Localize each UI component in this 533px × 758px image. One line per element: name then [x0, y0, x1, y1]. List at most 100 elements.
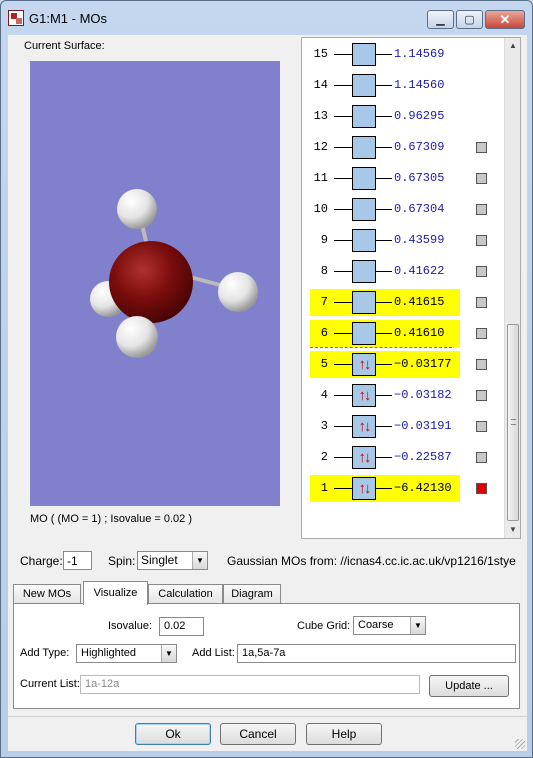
mo-row[interactable]: 6 0.41610	[310, 320, 494, 347]
close-icon: ✕	[499, 11, 511, 27]
chevron-down-icon[interactable]: ▼	[161, 645, 176, 662]
current-list-label: Current List:	[20, 678, 80, 690]
chevron-down-icon[interactable]: ▼	[192, 552, 207, 569]
surface-marker[interactable]	[476, 421, 487, 432]
mo-energy: 0.41615	[392, 295, 445, 309]
mo-row[interactable]: 10 0.67304	[310, 196, 494, 223]
charge-input[interactable]	[63, 551, 92, 570]
mo-index: 3	[320, 419, 328, 433]
update-button[interactable]: Update ...	[429, 675, 509, 697]
close-button[interactable]: ✕	[485, 10, 525, 29]
occupied-orbital-box: ↑↓	[352, 477, 376, 500]
mo-row[interactable]: 7 0.41615	[310, 289, 494, 316]
mo-row[interactable]: 2 ↑↓ −0.22587	[310, 444, 494, 471]
surface-marker[interactable]	[476, 266, 487, 277]
mo-energy: 0.41610	[392, 326, 445, 340]
scroll-down-arrow-icon[interactable]: ▼	[505, 522, 520, 538]
maximize-icon: ▢	[464, 14, 475, 26]
tab-new-mos[interactable]: New MOs	[13, 584, 81, 604]
mo-caption: MO ( (MO = 1) ; Isovalue = 0.02 )	[30, 513, 192, 525]
virtual-orbital-box	[352, 198, 376, 221]
virtual-orbital-box	[352, 322, 376, 345]
cube-grid-value: Coarse	[358, 619, 394, 631]
mo-list-scrollbar[interactable]: ▲ ▼	[504, 38, 520, 538]
resize-grip-icon[interactable]	[515, 739, 525, 749]
mo-energy: 0.67305	[392, 171, 445, 185]
maximize-button[interactable]: ▢	[456, 10, 483, 29]
surface-marker[interactable]	[476, 297, 487, 308]
mo-energy: 1.14569	[392, 47, 445, 61]
spin-label: Spin:	[108, 554, 136, 568]
surface-marker[interactable]	[476, 328, 487, 339]
mo-row[interactable]: 5 ↑↓ −0.03177	[310, 351, 494, 378]
minimize-button[interactable]: ▁	[427, 10, 454, 29]
electron-pair-icon: ↑↓	[358, 449, 372, 466]
surface-marker[interactable]	[476, 235, 487, 246]
mo-row[interactable]: 14 1.14560	[310, 72, 494, 99]
molecule-viewport[interactable]	[30, 61, 280, 506]
mo-energy: −0.03191	[392, 419, 452, 433]
ok-button[interactable]: Ok	[135, 723, 211, 745]
mo-energy: −0.22587	[392, 450, 452, 464]
current-list-field: 1a-12a	[80, 675, 420, 694]
surface-marker[interactable]	[476, 204, 487, 215]
dialog-body: Current Surface: MO ((MO = 1) ; Isovalu…	[8, 35, 527, 751]
mo-row[interactable]: 4 ↑↓ −0.03182	[310, 382, 494, 409]
spin-select[interactable]: Singlet ▼	[137, 551, 208, 570]
virtual-orbital-box	[352, 229, 376, 252]
mo-row[interactable]: 15 1.14569	[310, 41, 494, 68]
surface-marker[interactable]	[476, 173, 487, 184]
surface-marker[interactable]	[476, 390, 487, 401]
add-type-select[interactable]: Highlighted ▼	[76, 644, 177, 663]
mo-energy: 1.14560	[392, 78, 445, 92]
mo-row[interactable]: 9 0.43599	[310, 227, 494, 254]
mo-row[interactable]: 13 0.96295	[310, 103, 494, 130]
add-list-label: Add List:	[192, 647, 235, 659]
tab-calculation[interactable]: Calculation	[148, 584, 223, 604]
isovalue-input[interactable]: 0.02	[159, 617, 204, 636]
footer-divider	[8, 716, 527, 717]
cube-grid-select[interactable]: Coarse ▼	[353, 616, 426, 635]
virtual-orbital-box	[352, 260, 376, 283]
surface-marker[interactable]	[476, 359, 487, 370]
electron-pair-icon: ↑↓	[358, 418, 372, 435]
electron-pair-icon: ↑↓	[358, 356, 372, 373]
chevron-down-icon[interactable]: ▼	[410, 617, 425, 634]
add-list-input[interactable]: 1a,5a-7a	[237, 644, 516, 663]
mo-source-label: Gaussian MOs from: //icnas4.cc.ic.ac.uk/…	[227, 554, 516, 568]
mo-energy: 0.41622	[392, 264, 445, 278]
charge-label: Charge:	[20, 554, 63, 568]
gaussview-app-icon	[8, 10, 24, 26]
title-bar[interactable]: G1:M1 - MOs ▁ ▢ ✕	[1, 1, 532, 35]
scrollbar-thumb[interactable]	[507, 324, 519, 521]
mo-index: 10	[313, 202, 328, 216]
tab-diagram[interactable]: Diagram	[223, 584, 281, 604]
electron-pair-icon: ↑↓	[358, 387, 372, 404]
mo-energy-list[interactable]: 15 1.14569 14 1.14560 13 0.96295 12 0.67309 11 0.…	[301, 37, 521, 539]
help-button[interactable]: Help	[306, 723, 382, 745]
surface-marker[interactable]	[476, 142, 487, 153]
occupied-orbital-box: ↑↓	[352, 446, 376, 469]
mo-index: 12	[313, 140, 328, 154]
tab-visualize[interactable]: Visualize	[83, 581, 148, 605]
mo-row[interactable]: 8 0.41622	[310, 258, 494, 285]
mo-row[interactable]: 11 0.67305	[310, 165, 494, 192]
mo-index: 2	[320, 450, 328, 464]
scroll-up-arrow-icon[interactable]: ▲	[505, 38, 520, 54]
surface-marker[interactable]	[476, 452, 487, 463]
mo-energy: 0.43599	[392, 233, 445, 247]
mo-energy: 0.67309	[392, 140, 445, 154]
mo-row[interactable]: 12 0.67309	[310, 134, 494, 161]
add-type-value: Highlighted	[81, 647, 137, 659]
mo-energy: −6.42130	[392, 481, 452, 495]
mo-index: 14	[313, 78, 328, 92]
hydrogen-atom-top	[117, 189, 157, 229]
homo-lumo-divider	[310, 347, 452, 348]
mo-index: 15	[313, 47, 328, 61]
mo-row[interactable]: 1 ↑↓ −6.42130	[310, 475, 494, 502]
occupied-orbital-box: ↑↓	[352, 415, 376, 438]
electron-pair-icon: ↑↓	[358, 480, 372, 497]
selected-surface-marker[interactable]	[476, 483, 487, 494]
mo-row[interactable]: 3 ↑↓ −0.03191	[310, 413, 494, 440]
cancel-button[interactable]: Cancel	[220, 723, 296, 745]
